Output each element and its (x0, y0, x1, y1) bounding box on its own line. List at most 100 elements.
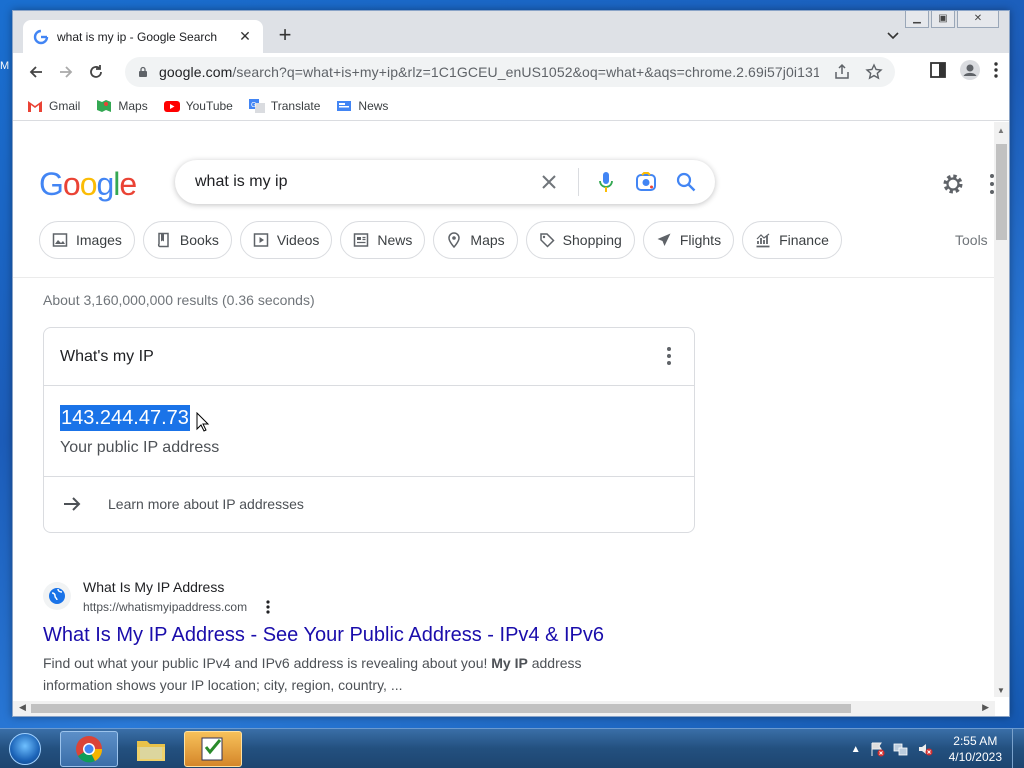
bookmark-translate[interactable]: G Translate (248, 98, 320, 113)
arrow-right-icon[interactable] (62, 494, 82, 514)
result-favicon[interactable] (43, 582, 71, 610)
search-box[interactable]: what is my ip (175, 160, 715, 204)
bookmarks-bar: Gmail Maps YouTube G Translate News (13, 91, 1009, 121)
tab-google-search[interactable]: what is my ip - Google Search ✕ (23, 20, 263, 53)
tab-search-chevron-icon[interactable] (885, 27, 901, 43)
chip-books[interactable]: Books (142, 221, 232, 259)
snippet-text: Find out what your public IPv4 and IPv6 … (43, 655, 492, 671)
vertical-scrollbar[interactable]: ▲ ▼ (994, 122, 1009, 697)
chip-images[interactable]: Images (39, 221, 135, 259)
chip-videos[interactable]: Videos (239, 221, 333, 259)
result-title-link[interactable]: What Is My IP Address - See Your Public … (43, 624, 604, 647)
taskbar-clock[interactable]: 2:55 AM 4/10/2023 (949, 733, 1002, 765)
snippet-highlight: My IP (491, 655, 528, 671)
settings-gear-icon[interactable] (941, 172, 965, 196)
scrollbar-thumb[interactable] (31, 704, 851, 713)
image-search-button[interactable] (635, 171, 657, 193)
scroll-left-icon[interactable]: ◀ (19, 702, 26, 713)
result-snippet: Find out what your public IPv4 and IPv6 … (43, 652, 603, 696)
volume-muted-icon[interactable] (917, 741, 933, 757)
reload-button[interactable] (81, 57, 111, 87)
microphone-icon (599, 172, 613, 192)
system-tray: ▲ 2:55 AM 4/10/2023 (851, 729, 1024, 768)
browser-toolbar: google.com/search?q=what+is+my+ip&rlz=1C… (13, 53, 1009, 91)
horizontal-scrollbar[interactable]: ◀ ▶ (13, 701, 995, 716)
ip-address-value[interactable]: 143.244.47.73 (60, 405, 190, 431)
chip-shopping[interactable]: Shopping (525, 221, 635, 259)
logo-letter: G (39, 166, 64, 202)
card-divider (44, 385, 694, 386)
url-path: /search?q=what+is+my+ip&rlz=1C1GCEU_enUS… (232, 64, 819, 80)
forward-button[interactable] (51, 57, 81, 87)
profile-avatar-icon[interactable] (959, 59, 981, 81)
ip-answer-card: What's my IP 143.244.47.73 Your public I… (43, 327, 695, 533)
taskbar-explorer[interactable] (122, 731, 180, 767)
url-host: google.com (159, 64, 233, 80)
newspaper-icon (354, 233, 369, 247)
search-icon (676, 172, 696, 192)
close-icon (542, 175, 556, 189)
more-options-icon[interactable] (666, 346, 672, 366)
result-stats: About 3,160,000,000 results (0.36 second… (43, 292, 315, 308)
bookmark-star-icon[interactable] (865, 63, 883, 81)
bookmark-gmail[interactable]: Gmail (27, 99, 80, 113)
logo-letter: g (96, 166, 114, 202)
search-divider (578, 168, 579, 196)
chip-label: Finance (779, 232, 829, 248)
close-window-button[interactable]: ✕ (957, 11, 999, 28)
chip-label: Shopping (562, 232, 622, 248)
bookmark-news[interactable]: News (336, 99, 388, 113)
scroll-right-icon[interactable]: ▶ (982, 702, 989, 713)
browser-menu-icon[interactable] (993, 61, 999, 79)
result-url[interactable]: https://whatismyipaddress.com (83, 600, 247, 614)
maps-icon (97, 99, 112, 112)
bookmark-label: YouTube (185, 98, 233, 113)
minimize-button[interactable]: ▁ (905, 11, 929, 28)
taskbar-app[interactable] (184, 731, 242, 767)
address-bar[interactable]: google.com/search?q=what+is+my+ip&rlz=1C… (125, 57, 895, 87)
mouse-cursor-icon (196, 412, 210, 432)
back-button[interactable] (21, 57, 51, 87)
search-submit-button[interactable] (675, 171, 697, 193)
show-desktop-button[interactable] (1012, 729, 1024, 768)
bookmark-youtube[interactable]: YouTube (163, 98, 233, 113)
window-controls: ▁ ▣ ✕ (905, 11, 999, 28)
lock-icon[interactable] (137, 66, 149, 78)
tools-button[interactable]: Tools (955, 232, 988, 248)
search-input[interactable]: what is my ip (195, 173, 538, 191)
bookmark-label: Maps (118, 98, 148, 113)
learn-more-link[interactable]: Learn more about IP addresses (108, 496, 304, 512)
image-icon (52, 233, 68, 247)
share-icon[interactable] (833, 63, 851, 81)
action-center-flag-icon[interactable] (869, 741, 885, 757)
result-site-name[interactable]: What Is My IP Address (83, 579, 224, 595)
maximize-button[interactable]: ▣ (931, 11, 955, 28)
chip-maps[interactable]: Maps (433, 221, 518, 259)
close-tab-icon[interactable]: ✕ (237, 28, 253, 45)
checklist-app-icon (201, 737, 223, 761)
scroll-down-icon[interactable]: ▼ (997, 686, 1005, 695)
scroll-up-icon[interactable]: ▲ (997, 126, 1005, 135)
show-hidden-icons-icon[interactable]: ▲ (851, 744, 861, 755)
new-tab-button[interactable]: + (275, 24, 295, 46)
ip-address-caption: Your public IP address (60, 439, 220, 456)
voice-search-button[interactable] (595, 171, 617, 193)
chip-flights[interactable]: Flights (642, 221, 735, 259)
chip-news[interactable]: News (340, 221, 426, 259)
youtube-icon (163, 100, 180, 112)
google-logo[interactable]: Google (39, 166, 137, 203)
bookmark-label: News (358, 98, 389, 113)
chip-finance[interactable]: Finance (742, 221, 842, 259)
start-button[interactable] (4, 730, 46, 768)
side-panel-icon[interactable] (929, 61, 947, 79)
bookmark-maps[interactable]: Maps (96, 98, 148, 113)
browser-window: what is my ip - Google Search ✕ + ▁ ▣ ✕ … (12, 10, 1010, 717)
news-icon (337, 100, 352, 111)
url-text: google.com/search?q=what+is+my+ip&rlz=1C… (159, 64, 819, 80)
airplane-icon (657, 233, 671, 246)
network-icon[interactable] (893, 741, 909, 757)
scrollbar-thumb[interactable] (996, 144, 1007, 240)
taskbar-chrome[interactable] (60, 731, 118, 767)
result-more-icon[interactable] (266, 600, 270, 614)
clear-search-button[interactable] (538, 171, 560, 193)
